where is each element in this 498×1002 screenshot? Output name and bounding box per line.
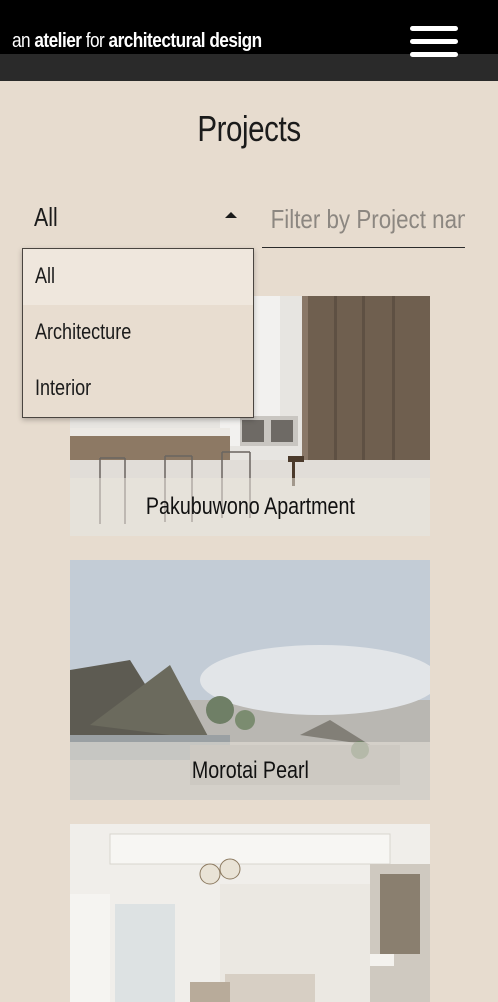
category-option-label: Architecture — [35, 319, 132, 344]
brand-mid: for — [85, 30, 105, 52]
project-name: Pakubuwono Apartment — [145, 493, 355, 520]
project-name-filter[interactable] — [262, 192, 498, 248]
brand-logo-text[interactable]: an atelier for architectural design — [12, 30, 262, 53]
project-caption: Pakubuwono Apartment — [70, 478, 430, 536]
category-select[interactable]: All — [22, 190, 254, 246]
category-option-label: All — [35, 263, 56, 288]
menu-line — [410, 39, 458, 44]
category-option-architecture[interactable]: Architecture — [23, 305, 253, 361]
project-caption: Morotai Pearl — [70, 742, 430, 800]
project-image — [70, 824, 430, 1002]
brand-prefix: an — [12, 30, 31, 52]
brand-word-architectural-design: architectural design — [108, 30, 263, 52]
category-select-value: All — [34, 202, 58, 232]
category-dropdown-menu: All Architecture Interior — [22, 248, 254, 418]
category-option-interior[interactable]: Interior — [23, 361, 253, 417]
top-navbar: an atelier for architectural design — [0, 0, 498, 81]
hamburger-menu-icon[interactable] — [404, 22, 464, 62]
brand-word-atelier: atelier — [34, 30, 82, 52]
living-room-image — [70, 824, 430, 1002]
caret-up-icon[interactable] — [225, 212, 237, 218]
project-name-filter-input[interactable] — [262, 192, 465, 248]
category-option-label: Interior — [35, 375, 92, 400]
page-title: Projects — [197, 108, 301, 149]
menu-line — [410, 52, 458, 57]
project-name: Morotai Pearl — [191, 757, 309, 784]
category-option-all[interactable]: All — [23, 249, 253, 305]
project-card-morotai[interactable]: Morotai Pearl — [70, 560, 430, 800]
menu-line — [410, 26, 458, 31]
project-card-living-room[interactable] — [70, 824, 430, 1002]
